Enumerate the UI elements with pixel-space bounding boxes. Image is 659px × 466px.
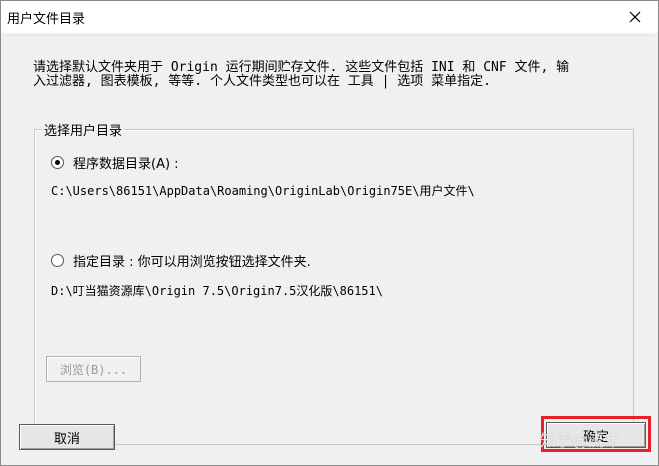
close-icon xyxy=(629,11,641,23)
dialog-content: 请选择默认文件夹用于 Origin 运行期间贮存文件. 这些文件包括 INI 和… xyxy=(5,35,654,462)
watermark-text: 知乎@流年 xyxy=(540,431,621,450)
group-legend: 选择用户目录 xyxy=(42,120,125,139)
dialog-window: 用户文件目录 请选择默认文件夹用于 Origin 运行期间贮存文件. 这些文件包… xyxy=(0,0,659,466)
description-line-1: 请选择默认文件夹用于 Origin 运行期间贮存文件. 这些文件包括 INI 和… xyxy=(33,60,570,75)
program-data-dir-path: C:\Users\86151\AppData\Roaming\OriginLab… xyxy=(51,184,475,198)
program-data-dir-label: 程序数据目录(A) : xyxy=(73,157,179,172)
specify-dir-radio[interactable]: 指定目录 : 你可以用浏览按钮选择文件夹. xyxy=(51,251,311,270)
specify-dir-path: D:\叮当猫资源库\Origin 7.5\Origin7.5汉化版\86151\ xyxy=(51,284,383,298)
select-user-dir-group: 选择用户目录 程序数据目录(A) : C:\Users\86151\AppDat… xyxy=(34,120,634,445)
specify-dir-label: 指定目录 : 你可以用浏览按钮选择文件夹. xyxy=(73,255,311,270)
title-bar: 用户文件目录 xyxy=(1,1,658,33)
dialog-title: 用户文件目录 xyxy=(7,12,86,27)
description-text: 请选择默认文件夹用于 Origin 运行期间贮存文件. 这些文件包括 INI 和… xyxy=(33,61,633,89)
program-data-dir-radio[interactable]: 程序数据目录(A) : xyxy=(51,153,179,172)
description-line-2: 入过滤器, 图表模板, 等等. 个人文件类型也可以在 工具 | 选项 菜单指定. xyxy=(33,74,491,89)
radio-selected-icon xyxy=(51,156,64,169)
radio-unselected-icon xyxy=(51,254,64,267)
browse-button[interactable]: 浏览(B)... xyxy=(46,356,141,382)
cancel-button[interactable]: 取消 xyxy=(19,424,115,450)
close-button[interactable] xyxy=(612,1,658,33)
